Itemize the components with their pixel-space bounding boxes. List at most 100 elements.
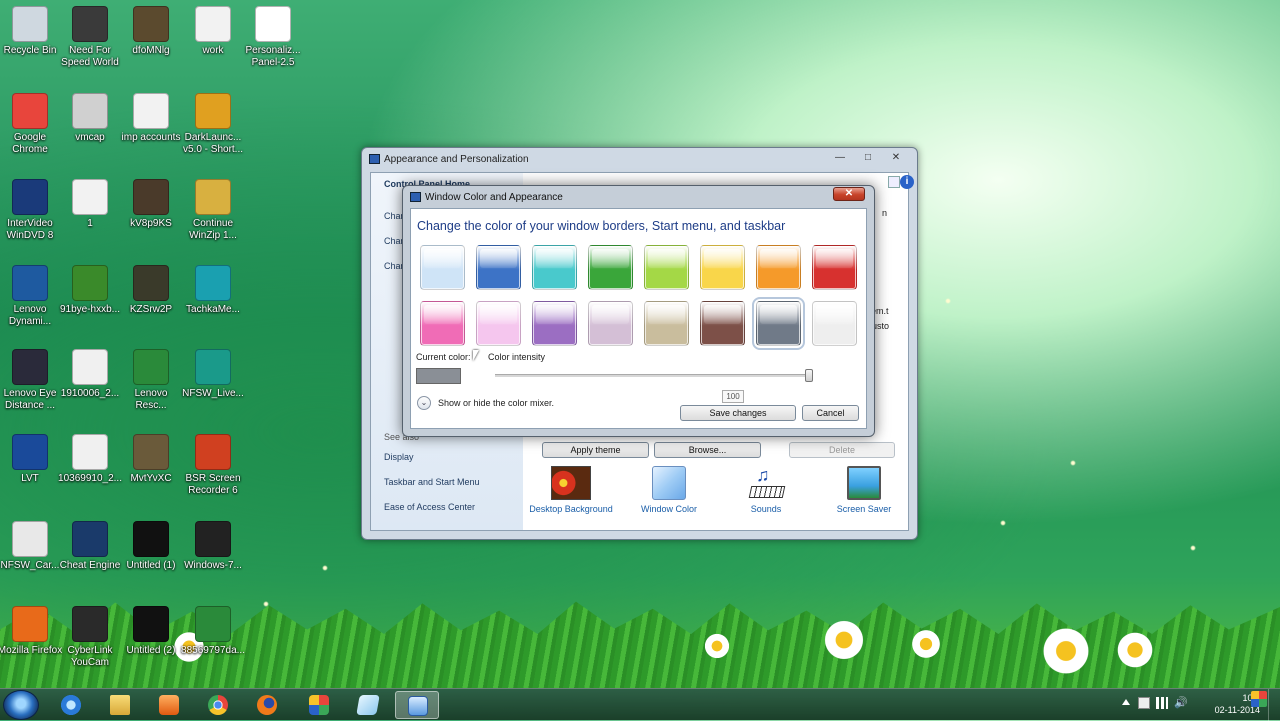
desktop-icon[interactable]: 1910006_2... xyxy=(57,349,123,400)
taskbar-internet-explorer[interactable] xyxy=(49,691,93,719)
refresh-icon[interactable] xyxy=(888,176,900,188)
color-swatch[interactable] xyxy=(532,245,577,290)
desktop-icon-label: Continue WinZip 1... xyxy=(189,218,237,241)
desktop-icon[interactable]: kV8p9KS xyxy=(118,179,184,230)
color-swatch[interactable] xyxy=(812,245,857,290)
taskbar-notepad[interactable] xyxy=(346,691,390,719)
desktop-icon[interactable]: Recycle Bin xyxy=(0,6,63,57)
desktop-icon[interactable]: Google Chrome xyxy=(0,93,63,156)
save-changes-button[interactable]: Save changes xyxy=(680,405,796,421)
desktop-icon-label: Personaliz... Panel-2.5 xyxy=(245,45,301,68)
color-swatch[interactable] xyxy=(644,301,689,346)
shortcut-icon xyxy=(12,521,48,557)
intensity-slider-thumb[interactable] xyxy=(805,369,813,382)
desktop-icon[interactable]: 91bye-hxxb... xyxy=(57,265,123,316)
desktop-icon-label: InterVideo WinDVD 8 xyxy=(6,218,54,241)
shortcut-icon xyxy=(72,93,108,129)
desktop-icon[interactable]: Untitled (1) xyxy=(118,521,184,572)
window-color-appearance-dialog[interactable]: Window Color and Appearance ✕ Change the… xyxy=(402,185,875,437)
desktop-icon-label: Untitled (2) xyxy=(126,645,176,656)
color-swatch[interactable] xyxy=(812,301,857,346)
desktop-icon[interactable]: 10369910_2... xyxy=(57,434,123,485)
desktop-icon[interactable]: LVT xyxy=(0,434,63,485)
desktop-icon[interactable]: Untitled (2) xyxy=(118,606,184,657)
shortcut-icon xyxy=(195,265,231,301)
desktop-icon[interactable]: Lenovo Dynami... xyxy=(0,265,63,328)
desktop-icon[interactable]: Need For Speed World xyxy=(57,6,123,69)
shortcut-icon xyxy=(72,521,108,557)
color-swatch[interactable] xyxy=(420,245,465,290)
desktop-icon[interactable]: NFSW_Live... xyxy=(180,349,246,400)
color-swatch[interactable] xyxy=(420,301,465,346)
color-swatch[interactable] xyxy=(756,245,801,290)
minimize-button[interactable]: — xyxy=(827,151,853,165)
internet-explorer-icon xyxy=(61,695,81,715)
action-center-flag-icon[interactable] xyxy=(1138,697,1150,709)
start-button[interactable] xyxy=(3,690,39,720)
taskbar-firefox[interactable] xyxy=(245,691,289,719)
desktop-icon[interactable]: BSR Screen Recorder 6 xyxy=(180,434,246,497)
desktop-icon[interactable]: MvtYvXC xyxy=(118,434,184,485)
network-icon[interactable] xyxy=(1156,697,1168,709)
display-link[interactable]: Display xyxy=(384,452,414,462)
color-swatch[interactable] xyxy=(644,245,689,290)
desktop-icon[interactable]: Personaliz... Panel-2.5 xyxy=(240,6,306,69)
cancel-button[interactable]: Cancel xyxy=(802,405,859,421)
color-swatch[interactable] xyxy=(532,301,577,346)
desktop-icon[interactable]: dfoMNlg xyxy=(118,6,184,57)
window-color-tile[interactable]: Window Color xyxy=(627,466,711,514)
apply-theme-button[interactable]: Apply theme xyxy=(542,442,649,458)
desktop-icon-label: Lenovo Eye Distance ... xyxy=(3,388,57,411)
taskbar-chrome[interactable] xyxy=(196,691,240,719)
color-swatch[interactable] xyxy=(700,301,745,346)
desktop-icon[interactable]: 88569797da... xyxy=(180,606,246,657)
color-swatch[interactable] xyxy=(752,297,805,350)
color-intensity-slider[interactable] xyxy=(495,374,811,377)
delete-button[interactable]: Delete xyxy=(789,442,895,458)
desktop-icon[interactable]: vmcap xyxy=(57,93,123,144)
taskbar-app-tiles[interactable] xyxy=(297,691,341,719)
desktop-icon[interactable]: CyberLink YouCam xyxy=(57,606,123,669)
color-swatch[interactable] xyxy=(476,245,521,290)
desktop-icon-label: Windows-7... xyxy=(184,560,242,571)
sounds-tile[interactable]: ♫ Sounds xyxy=(724,466,808,514)
desktop-icon[interactable]: Windows-7... xyxy=(180,521,246,572)
color-swatch[interactable] xyxy=(588,245,633,290)
desktop-icon[interactable]: work xyxy=(180,6,246,57)
volume-icon[interactable]: 🔊 xyxy=(1174,697,1188,709)
color-swatch[interactable] xyxy=(700,245,745,290)
desktop-icon[interactable]: Lenovo Resc... xyxy=(118,349,184,412)
help-icon[interactable]: i xyxy=(900,175,914,189)
desktop-icon[interactable]: KZSrw2P xyxy=(118,265,184,316)
dialog-client-area: Change the color of your window borders,… xyxy=(410,208,867,429)
desktop-icon[interactable]: Cheat Engine xyxy=(57,521,123,572)
desktop-icon[interactable]: Continue WinZip 1... xyxy=(180,179,246,242)
color-swatch[interactable] xyxy=(588,301,633,346)
color-swatch[interactable] xyxy=(476,301,521,346)
show-hidden-icons-icon[interactable] xyxy=(1122,699,1130,705)
taskbar-start-menu-link[interactable]: Taskbar and Start Menu xyxy=(384,477,480,487)
taskbar-media-player[interactable] xyxy=(147,691,191,719)
dialog-close-button[interactable]: ✕ xyxy=(833,187,865,201)
desktop-background-tile[interactable]: Desktop Background xyxy=(529,466,613,514)
desktop-icon[interactable]: Lenovo Eye Distance ... xyxy=(0,349,63,412)
ease-of-access-link[interactable]: Ease of Access Center xyxy=(384,502,475,512)
maximize-button[interactable]: □ xyxy=(855,151,881,165)
close-button[interactable]: ✕ xyxy=(883,151,909,165)
screen-saver-tile[interactable]: Screen Saver xyxy=(822,466,906,514)
shortcut-icon xyxy=(12,6,48,42)
desktop-icon[interactable]: InterVideo WinDVD 8 xyxy=(0,179,63,242)
desktop-icon-label: Google Chrome xyxy=(12,132,48,155)
show-desktop-button[interactable] xyxy=(1268,689,1280,721)
desktop-icon[interactable]: 1 xyxy=(57,179,123,230)
desktop-icon[interactable]: imp accounts xyxy=(118,93,184,144)
browse-button[interactable]: Browse... xyxy=(654,442,761,458)
desktop-icon[interactable]: Mozilla Firefox xyxy=(0,606,63,657)
desktop-icon[interactable]: DarkLaunc... v5.0 - Short... xyxy=(180,93,246,156)
expand-chevron-icon[interactable]: ⌄ xyxy=(417,396,431,410)
taskbar-explorer[interactable] xyxy=(98,691,142,719)
desktop-icon[interactable]: TachkaMe... xyxy=(180,265,246,316)
color-mixer-toggle[interactable]: Show or hide the color mixer. xyxy=(438,398,554,408)
desktop-icon[interactable]: NFSW_Car... xyxy=(0,521,63,572)
taskbar-control-panel[interactable] xyxy=(395,691,439,719)
